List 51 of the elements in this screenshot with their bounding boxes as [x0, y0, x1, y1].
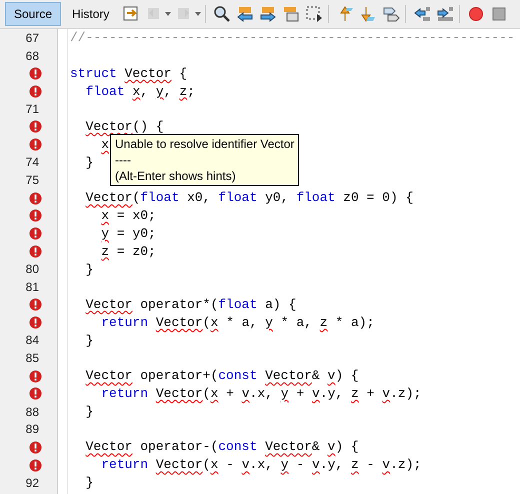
previous-match-icon [236, 5, 254, 23]
line-number: 68 [26, 48, 39, 63]
tooltip-text: (Alt-Enter shows hints) [115, 168, 237, 184]
bookmark-icon [382, 5, 400, 23]
code-line: return Vector(x + v.x, y + v.y, z + v.z); [100, 385, 422, 404]
search-icon [212, 5, 231, 23]
code-line: Vector operator-(const Vector& v) { [84, 438, 359, 456]
line-number: 89 [26, 422, 39, 436]
shift-right-icon [436, 5, 454, 23]
line-number: 67 [26, 30, 39, 45]
line-number: 88 [26, 404, 39, 419]
code-line: x = x0; [100, 207, 156, 226]
code-line: return Vector(x - v.x, y - v.y, z - v.z); [100, 456, 422, 474]
code-line: Vector(float x0, float y0, float z0 = 0) { [84, 189, 414, 208]
shift-left-icon [412, 5, 431, 23]
code-line: } [84, 154, 94, 172]
dropdown-caret-icon [165, 12, 172, 16]
code-line: } [84, 260, 94, 279]
code-line: } [84, 474, 94, 492]
code-line: return Vector(x * a, y * a, z * a); [100, 314, 374, 332]
tooltip-text: ---- [115, 152, 132, 168]
record-icon [466, 5, 485, 23]
rectangle-selection-icon [304, 5, 323, 23]
editor-tab[interactable]: Source [5, 2, 62, 26]
highlight-icon [282, 5, 300, 23]
code-line: x [100, 136, 110, 154]
dropdown-caret-icon [195, 12, 202, 16]
code-line: } [84, 332, 94, 350]
line-number: 75 [26, 173, 39, 188]
code-line: z = z0; [100, 242, 156, 261]
tooltip-text: Unable to resolve identifier Vector [115, 136, 294, 152]
code-line: y = y0; [100, 224, 156, 243]
editor-tab[interactable]: History [63, 2, 118, 26]
code-line: //------------------------------------------------------- [70, 29, 515, 48]
line-number: 74 [26, 155, 39, 170]
stop-icon [490, 5, 508, 23]
line-number: 85 [26, 351, 39, 366]
code-line: Vector operator*(float a) { [84, 296, 296, 314]
jump-back-icon [122, 5, 140, 23]
line-number: 80 [26, 262, 39, 276]
code-line: Vector() { [84, 118, 164, 136]
code-line: Vector operator+(const Vector& v) { [84, 367, 359, 386]
line-number: 81 [26, 280, 39, 294]
line-number: 92 [26, 476, 39, 490]
next-match-icon [258, 5, 277, 23]
next-bookmark-icon [358, 5, 377, 23]
code-line: float x, y, z; [84, 82, 195, 101]
code-line: } [84, 402, 94, 421]
line-number: 84 [26, 333, 39, 348]
code-line: struct Vector { [70, 64, 188, 83]
line-number: 71 [26, 102, 39, 116]
